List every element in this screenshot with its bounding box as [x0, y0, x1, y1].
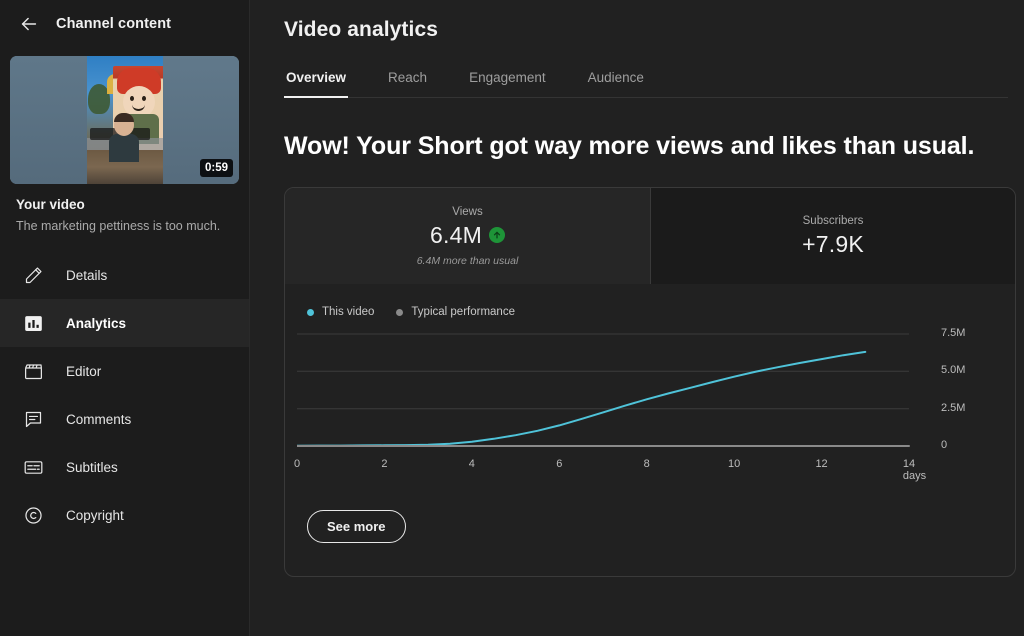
video-analytics-page: Channel content 0:59 Your video The mark…	[0, 0, 1024, 636]
sidebar-item-details[interactable]: Details	[0, 251, 249, 299]
chart-y-axis: 0 2.5M 5.0M 7.5M	[941, 327, 1001, 460]
mural-eye-left-shape	[129, 96, 134, 101]
sidebar-item-label: Subtitles	[66, 459, 118, 475]
stat-value: 6.4M	[430, 221, 482, 248]
y-axis-tick-label: 2.5M	[941, 401, 966, 414]
person-hair-shape	[113, 113, 134, 122]
clapperboard-icon	[22, 360, 44, 382]
stat-label: Subscribers	[802, 214, 864, 227]
main-content: Video analytics Overview Reach Engagemen…	[250, 0, 1024, 636]
stat-subtext: 6.4M more than usual	[416, 254, 519, 267]
chart-x-axis: 0 2 4 6 8 10 12 14 days	[293, 458, 937, 482]
y-axis-tick-label: 5.0M	[941, 364, 966, 377]
video-meta: Your video The marketing pettiness is to…	[0, 184, 249, 237]
stat-label: Views	[452, 205, 483, 218]
legend-label: Typical performance	[411, 306, 515, 318]
x-axis-tick-label: 8	[643, 458, 650, 470]
sidebar-item-label: Details	[66, 267, 108, 283]
analytics-tabs: Overview Reach Engagement Audience	[284, 70, 1008, 98]
stat-subscribers[interactable]: Subscribers +7.9K	[650, 188, 1015, 284]
y-axis-tick-label: 7.5M	[941, 327, 966, 339]
x-axis-tick-label: 10	[728, 458, 741, 470]
sidebar-item-subtitles[interactable]: Subtitles	[0, 443, 249, 491]
pencil-icon	[22, 264, 44, 286]
comment-icon	[22, 408, 44, 430]
copyright-icon	[22, 504, 44, 526]
subtitles-icon	[22, 456, 44, 478]
back-arrow-icon[interactable]	[18, 13, 40, 35]
stat-row: Views 6.4M 6.4M more than usual Subscrib…	[285, 188, 1015, 284]
arrow-up-icon	[488, 227, 505, 243]
y-axis-tick-label: 0	[941, 439, 948, 451]
chart-legend: This video Typical performance	[285, 284, 1015, 318]
sidebar-item-label: Comments	[66, 411, 132, 427]
sidebar-item-label: Copyright	[66, 507, 124, 523]
x-axis-tick-label: 2	[381, 458, 388, 470]
stat-views[interactable]: Views 6.4M 6.4M more than usual	[285, 188, 650, 284]
legend-dot-icon	[396, 308, 404, 316]
sidebar-item-editor[interactable]: Editor	[0, 347, 249, 395]
video-thumbnail[interactable]: 0:59	[10, 56, 239, 184]
sidebar-item-label: Analytics	[66, 315, 127, 331]
legend-item-this-video[interactable]: This video	[307, 306, 374, 318]
sidebar-item-label: Editor	[66, 363, 102, 379]
stat-value-row: +7.9K	[802, 231, 864, 258]
chart-plot	[297, 333, 910, 447]
page-title: Video analytics	[284, 18, 439, 41]
sidebar: Channel content 0:59 Your video The mark…	[0, 0, 250, 636]
sidebar-header: Channel content	[0, 0, 249, 48]
sidebar-item-copyright[interactable]: Copyright	[0, 491, 249, 539]
bar-chart-icon	[22, 312, 44, 334]
x-axis-tick-label: 14 days	[902, 458, 927, 482]
stat-value: +7.9K	[802, 230, 864, 257]
tab-overview[interactable]: Overview	[284, 70, 349, 98]
video-title: Your video	[16, 197, 85, 212]
x-axis-tick-label: 12	[815, 458, 828, 470]
headline-message: Wow! Your Short got way more views and l…	[284, 132, 975, 160]
sidebar-item-analytics[interactable]: Analytics	[0, 299, 249, 348]
video-description: The marketing pettiness is too much.	[16, 218, 221, 233]
x-axis-tick-label: 6	[556, 458, 563, 470]
legend-item-typical-performance[interactable]: Typical performance	[396, 306, 515, 318]
x-axis-tick-label: 0	[293, 458, 301, 470]
legend-label: This video	[322, 306, 375, 318]
legend-dot-icon	[307, 308, 314, 316]
mural-eye-right-shape	[141, 96, 146, 101]
tab-audience[interactable]: Audience	[586, 70, 646, 97]
thumbnail-video-frame	[86, 56, 163, 184]
tab-reach[interactable]: Reach	[386, 70, 429, 97]
views-line-chart[interactable]: 0 2.5M 5.0M 7.5M 0 2 4 6 8 10 12 14 days	[285, 327, 1015, 490]
sidebar-nav: Details Analytics Editor Comments Subtit…	[0, 251, 249, 539]
person-body-shape	[108, 134, 139, 162]
see-more-button[interactable]: See more	[307, 510, 406, 543]
channel-content-label: Channel content	[56, 16, 172, 32]
video-thumbnail-wrapper[interactable]: 0:59	[0, 48, 249, 184]
overview-card: Views 6.4M 6.4M more than usual Subscrib…	[284, 187, 1016, 577]
stat-value-row: 6.4M	[430, 222, 505, 249]
video-duration-badge: 0:59	[199, 158, 233, 177]
x-axis-tick-label: 4	[468, 458, 475, 470]
sidebar-item-comments[interactable]: Comments	[0, 395, 249, 443]
tab-engagement[interactable]: Engagement	[467, 70, 548, 97]
